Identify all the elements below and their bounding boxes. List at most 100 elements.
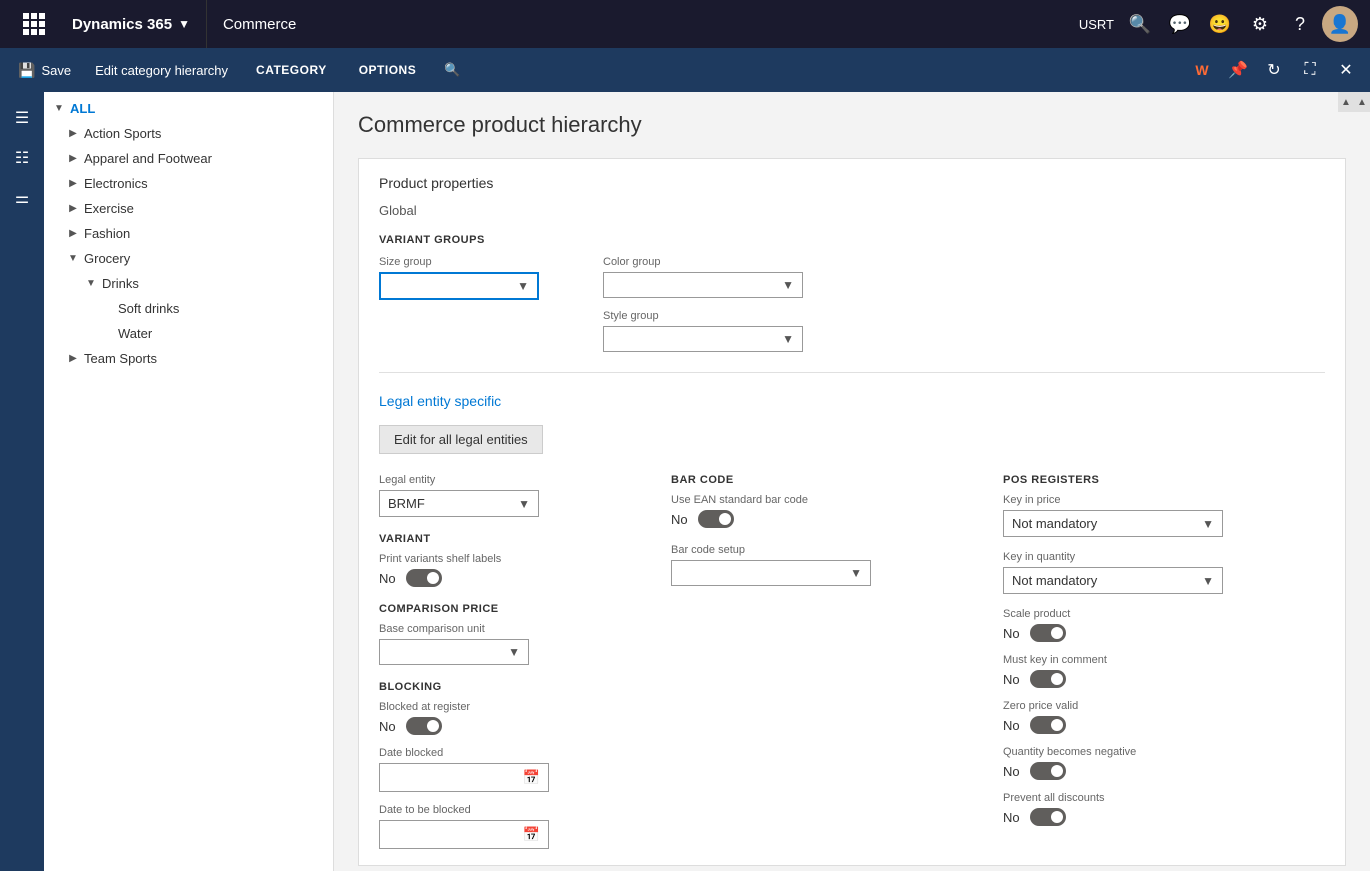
filter-icon[interactable]: ☷ bbox=[4, 140, 40, 176]
key-in-qty-arrow[interactable]: ▼ bbox=[1202, 574, 1214, 588]
tree-item-drinks[interactable]: ▼ Drinks bbox=[44, 271, 333, 296]
style-group-arrow[interactable]: ▼ bbox=[782, 332, 794, 346]
app-name-area: Dynamics 365 ▼ bbox=[56, 0, 207, 48]
scale-product-toggle[interactable] bbox=[1030, 624, 1066, 642]
hamburger-icon[interactable]: ☰ bbox=[4, 100, 40, 136]
tree-label-electronics: Electronics bbox=[84, 176, 325, 191]
tree-item-soft-drinks[interactable]: Soft drinks bbox=[44, 296, 333, 321]
tab-options[interactable]: OPTIONS bbox=[345, 57, 431, 83]
expand-icon[interactable]: ⛶ bbox=[1294, 54, 1326, 86]
color-group-dropdown[interactable]: ▼ bbox=[603, 272, 803, 298]
variant-section: VARIANT Print variants shelf labels No bbox=[379, 533, 639, 587]
size-group-dropdown[interactable]: ▼ bbox=[379, 272, 539, 300]
product-properties-card: Product properties Global VARIANT GROUPS… bbox=[358, 158, 1346, 866]
tree-item-fashion[interactable]: ▶ Fashion bbox=[44, 221, 333, 246]
must-key-comment-label: Must key in comment bbox=[1003, 654, 1303, 666]
key-in-price-value: Not mandatory bbox=[1012, 516, 1097, 531]
search-icon[interactable]: 🔍 bbox=[1122, 6, 1158, 42]
key-in-qty-dropdown[interactable]: Not mandatory ▼ bbox=[1003, 567, 1223, 594]
close-icon[interactable]: ✕ bbox=[1330, 54, 1362, 86]
edit-for-all-button[interactable]: Edit for all legal entities bbox=[379, 425, 543, 454]
color-group-arrow[interactable]: ▼ bbox=[782, 278, 794, 292]
key-in-price-arrow[interactable]: ▼ bbox=[1202, 517, 1214, 531]
qty-negative-toggle[interactable] bbox=[1030, 762, 1066, 780]
print-variants-toggle[interactable] bbox=[406, 569, 442, 587]
tree-item-action-sports[interactable]: ▶ Action Sports bbox=[44, 121, 333, 146]
page-title: Commerce product hierarchy bbox=[358, 112, 1346, 138]
collapse-arrow-drinks[interactable]: ▼ bbox=[84, 277, 98, 291]
date-to-be-blocked-label: Date to be blocked bbox=[379, 804, 639, 816]
collapse-arrow-grocery[interactable]: ▼ bbox=[66, 252, 80, 266]
command-bar: 💾 Save Edit category hierarchy CATEGORY … bbox=[0, 48, 1370, 92]
expand-arrow-fashion[interactable]: ▶ bbox=[66, 227, 80, 241]
top-nav: Dynamics 365 ▼ Commerce USRT 🔍 💬 😀 ⚙ ? 👤 bbox=[0, 0, 1370, 48]
color-group-label: Color group bbox=[603, 256, 803, 268]
office-icon[interactable]: W bbox=[1186, 54, 1218, 86]
must-key-comment-toggle[interactable] bbox=[1030, 670, 1066, 688]
content-area: ▲ ▲ Commerce product hierarchy Product p… bbox=[334, 92, 1370, 871]
app-name[interactable]: Dynamics 365 bbox=[72, 16, 172, 33]
calendar-icon-date-to-blocked[interactable]: 📅 bbox=[523, 826, 540, 843]
refresh-icon[interactable]: ↻ bbox=[1258, 54, 1290, 86]
zero-price-toggle[interactable] bbox=[1030, 716, 1066, 734]
product-properties-title: Product properties bbox=[379, 175, 1325, 191]
tree-item-team-sports[interactable]: ▶ Team Sports bbox=[44, 346, 333, 371]
expand-arrow-action-sports[interactable]: ▶ bbox=[66, 127, 80, 141]
must-key-comment-value: No bbox=[1003, 672, 1020, 687]
tree-item-grocery[interactable]: ▼ Grocery bbox=[44, 246, 333, 271]
scroll-up-btn-2[interactable]: ▲ bbox=[1338, 92, 1354, 112]
tab-category[interactable]: CATEGORY bbox=[242, 57, 341, 83]
key-in-qty-label: Key in quantity bbox=[1003, 551, 1303, 563]
cmd-search[interactable]: 🔍 bbox=[434, 56, 470, 84]
tree-item-electronics[interactable]: ▶ Electronics bbox=[44, 171, 333, 196]
date-blocked-field[interactable]: 📅 bbox=[379, 763, 549, 792]
date-blocked-input[interactable] bbox=[388, 770, 523, 785]
blocked-value: No bbox=[379, 719, 396, 734]
base-comparison-dropdown[interactable]: ▼ bbox=[379, 639, 529, 665]
legal-entity-arrow[interactable]: ▼ bbox=[518, 497, 530, 511]
smiley-icon[interactable]: 😀 bbox=[1202, 6, 1238, 42]
tree-item-apparel[interactable]: ▶ Apparel and Footwear bbox=[44, 146, 333, 171]
help-icon[interactable]: ? bbox=[1282, 6, 1318, 42]
expand-arrow-team-sports[interactable]: ▶ bbox=[66, 352, 80, 366]
legal-entity-dropdown[interactable]: BRMF ▼ bbox=[379, 490, 539, 517]
prevent-discounts-value: No bbox=[1003, 810, 1020, 825]
base-comparison-arrow[interactable]: ▼ bbox=[508, 645, 520, 659]
size-group-arrow[interactable]: ▼ bbox=[517, 279, 529, 293]
collapse-arrow-all[interactable]: ▼ bbox=[52, 102, 66, 116]
tree-item-water[interactable]: Water bbox=[44, 321, 333, 346]
waffle-menu[interactable] bbox=[12, 2, 56, 46]
date-to-be-blocked-input[interactable] bbox=[388, 827, 523, 842]
tree-item-exercise[interactable]: ▶ Exercise bbox=[44, 196, 333, 221]
expand-arrow-apparel[interactable]: ▶ bbox=[66, 152, 80, 166]
settings-icon[interactable]: ⚙ bbox=[1242, 6, 1278, 42]
must-key-comment-toggle-row: No bbox=[1003, 670, 1303, 688]
dropdown-arrow[interactable]: ▼ bbox=[178, 17, 190, 31]
zero-price-value: No bbox=[1003, 718, 1020, 733]
date-to-be-blocked-field[interactable]: 📅 bbox=[379, 820, 549, 849]
key-in-price-dropdown[interactable]: Not mandatory ▼ bbox=[1003, 510, 1223, 537]
blocked-toggle[interactable] bbox=[406, 717, 442, 735]
bar-code-setup-arrow[interactable]: ▼ bbox=[850, 566, 862, 580]
tree-item-all[interactable]: ▼ ALL bbox=[44, 96, 333, 121]
pin-icon[interactable]: 📌 bbox=[1222, 54, 1254, 86]
list-icon[interactable]: ⚌ bbox=[4, 180, 40, 216]
style-group-label: Style group bbox=[603, 310, 803, 322]
bar-code-setup-dropdown[interactable]: ▼ bbox=[671, 560, 871, 586]
user-label: USRT bbox=[1079, 17, 1114, 32]
chat-icon[interactable]: 💬 bbox=[1162, 6, 1198, 42]
scroll-up-btn[interactable]: ▲ bbox=[1354, 92, 1370, 112]
avatar[interactable]: 👤 bbox=[1322, 6, 1358, 42]
prevent-discounts-toggle[interactable] bbox=[1030, 808, 1066, 826]
blocked-at-register-label: Blocked at register bbox=[379, 701, 639, 713]
blocking-label: BLOCKING bbox=[379, 681, 639, 693]
use-ean-toggle[interactable] bbox=[698, 510, 734, 528]
expand-arrow-exercise[interactable]: ▶ bbox=[66, 202, 80, 216]
expand-arrow-electronics[interactable]: ▶ bbox=[66, 177, 80, 191]
key-in-qty-value: Not mandatory bbox=[1012, 573, 1097, 588]
print-variants-label: Print variants shelf labels bbox=[379, 553, 639, 565]
save-button[interactable]: 💾 Save bbox=[8, 56, 81, 85]
style-group-dropdown[interactable]: ▼ bbox=[603, 326, 803, 352]
tree-panel: ▼ ALL ▶ Action Sports ▶ Apparel and Foot… bbox=[44, 92, 334, 871]
calendar-icon-date-blocked[interactable]: 📅 bbox=[523, 769, 540, 786]
